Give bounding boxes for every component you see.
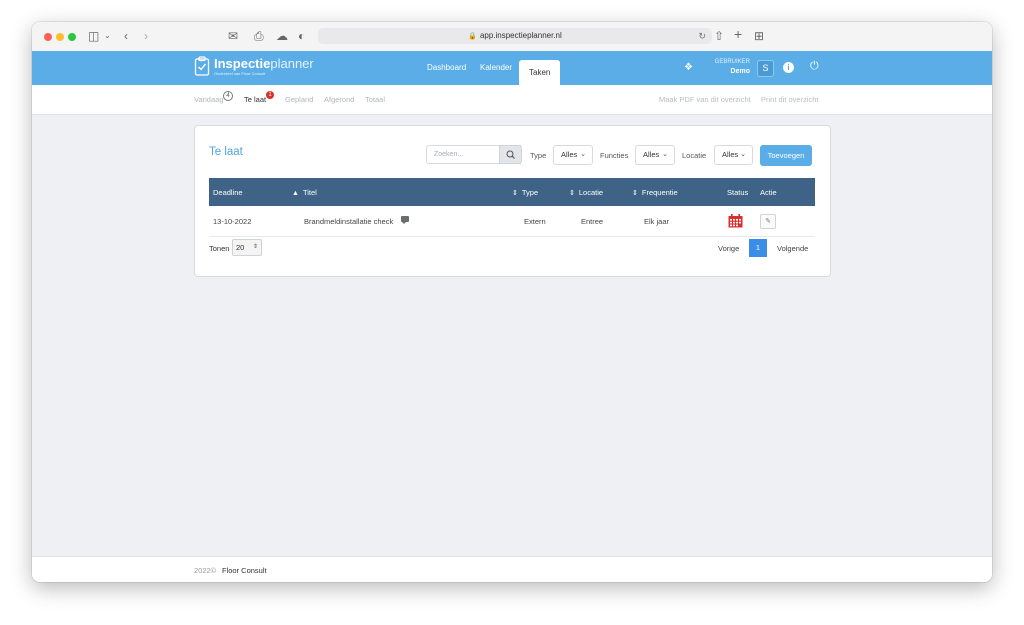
app-header: Inspectieplanner Onderdeel van Floor Con… — [32, 51, 992, 85]
col-titel-label: Titel — [302, 188, 317, 197]
col-deadline[interactable]: Deadline — [213, 188, 243, 197]
cell-titel[interactable]: Brandmeldinstallatie check — [304, 217, 393, 226]
apps-icon[interactable]: ❖ — [684, 62, 693, 73]
table-header: Deadline ▲ Titel ⇕ Type ⇕ Locatie ⇕ Frequent… — [209, 178, 815, 206]
edit-button[interactable]: ✎ — [760, 214, 776, 229]
col-frequentie-label: Frequentie — [641, 188, 678, 197]
cell-locatie: Entree — [581, 217, 604, 226]
nav-taken[interactable]: Taken — [519, 60, 561, 85]
comment-icon[interactable] — [401, 216, 409, 224]
col-type[interactable]: ⇕ Type — [512, 188, 538, 197]
sort-icon: ⇕ — [512, 190, 518, 197]
close-window-button[interactable] — [44, 33, 52, 41]
tab-overview-icon[interactable]: ⊞ — [754, 29, 764, 43]
sort-asc-icon: ▲ — [292, 190, 299, 197]
logo-tagline: Onderdeel van Floor Consult — [214, 71, 266, 76]
forward-icon[interactable]: › — [144, 29, 148, 43]
tab-vandaag[interactable]: Vandaag — [194, 95, 223, 104]
page-size-label: Tonen — [209, 244, 230, 253]
pdf-export-link[interactable]: Maak PDF van dit overzicht — [659, 95, 751, 104]
tab-gepland[interactable]: Gepland — [285, 95, 313, 104]
footer-company: Floor Consult — [222, 566, 267, 575]
footer-year: 2022© — [194, 566, 217, 575]
user-name: Demo — [730, 68, 750, 75]
compose-icon[interactable]: ✉ — [228, 29, 238, 43]
share-icon[interactable]: ⇧ — [714, 29, 724, 43]
tasks-panel: Te laat Zoeken... Type Alles ⌄ Functies … — [194, 125, 831, 277]
locatie-filter-value: Alles — [722, 150, 739, 159]
col-titel[interactable]: ▲ Titel — [292, 188, 317, 197]
count-badge-te-laat: 1 — [266, 91, 274, 99]
col-type-label: Type — [521, 188, 539, 197]
add-task-button[interactable]: Toevoegen — [760, 145, 812, 166]
chevron-down-icon: ⌄ — [740, 151, 746, 158]
col-actie: Actie — [760, 188, 777, 197]
page-size-value: 20 — [236, 243, 245, 252]
nav-kalender[interactable]: Kalender — [480, 61, 512, 75]
count-badge-vandaag: 4 — [223, 91, 233, 101]
page-footer: 2022© Floor Consult — [32, 556, 992, 582]
back-icon[interactable]: ‹ — [124, 29, 128, 43]
print-link[interactable]: Print dit overzicht — [761, 95, 819, 104]
address-bar[interactable]: 🔒 app.inspectieplanner.nl ↻ — [318, 28, 712, 44]
pencil-icon: ✎ — [765, 218, 771, 225]
chevron-down-icon: ⌄ — [662, 151, 668, 158]
new-tab-icon[interactable]: + — [734, 27, 742, 41]
browser-toolbar: ◫ ⌄ ‹ › ✉ ⎙ ☁ ◐ 🔒 app.inspectieplanner.nl… — [32, 22, 992, 52]
cell-frequentie: Elk jaar — [644, 217, 670, 226]
col-frequentie[interactable]: ⇕ Frequentie — [632, 188, 678, 197]
sidebar-toggle-icon[interactable]: ◫ — [88, 29, 99, 43]
power-icon[interactable]: ⏻ — [810, 60, 819, 73]
table-row[interactable]: 13-10-2022 Brandmeldinstallatie check Ex… — [209, 206, 815, 237]
sort-icon: ⇕ — [632, 190, 638, 197]
lock-icon: 🔒 — [468, 33, 477, 40]
type-filter-select[interactable]: Alles ⌄ — [553, 145, 593, 165]
clipboard-check-icon — [194, 56, 210, 76]
cell-deadline: 13-10-2022 — [213, 217, 252, 226]
col-locatie[interactable]: ⇕ Locatie — [569, 188, 603, 197]
page-title: Te laat — [209, 146, 243, 158]
locatie-filter-label: Locatie — [682, 151, 707, 160]
reload-icon[interactable]: ↻ — [698, 28, 706, 44]
functies-filter-value: Alles — [643, 150, 660, 159]
pagination-prev[interactable]: Vorige — [718, 244, 739, 253]
functies-filter-label: Functies — [600, 151, 629, 160]
nav-dashboard[interactable]: Dashboard — [427, 61, 466, 75]
col-status: Status — [727, 188, 749, 197]
calendar-icon — [728, 214, 743, 228]
print-icon[interactable]: ⎙ — [254, 29, 264, 43]
task-subnav: Vandaag 4 Te laat 1 Gepland Afgerond Tot… — [32, 85, 992, 115]
pagination-next[interactable]: Volgende — [777, 244, 808, 253]
page-size-select[interactable]: 20 ⇕ — [232, 239, 262, 256]
cloud-icon[interactable]: ☁ — [276, 29, 288, 43]
browser-window: ◫ ⌄ ‹ › ✉ ⎙ ☁ ◐ 🔒 app.inspectieplanner.nl… — [32, 22, 992, 582]
type-filter-label: Type — [530, 151, 547, 160]
avatar[interactable]: S — [757, 60, 774, 77]
cell-type: Extern — [524, 217, 546, 226]
col-locatie-label: Locatie — [578, 188, 604, 197]
chevron-down-icon[interactable]: ⌄ — [104, 29, 111, 43]
app-logo[interactable]: Inspectieplanner — [214, 57, 314, 71]
updown-icon: ⇕ — [252, 244, 258, 250]
locatie-filter-select[interactable]: Alles ⌄ — [714, 145, 753, 165]
sort-icon: ⇕ — [569, 190, 575, 197]
pagination-page-1[interactable]: 1 — [749, 239, 767, 257]
tab-te-laat[interactable]: Te laat — [244, 95, 266, 104]
search-button[interactable] — [499, 145, 522, 164]
minimize-window-button[interactable] — [56, 33, 64, 41]
chevron-down-icon: ⌄ — [580, 151, 586, 158]
privacy-icon[interactable]: ◐ — [298, 29, 305, 43]
url-text: app.inspectieplanner.nl — [479, 31, 562, 40]
zoom-window-button[interactable] — [68, 33, 76, 41]
search-icon — [506, 150, 515, 159]
user-role: GEBRUIKER — [714, 59, 750, 65]
tab-totaal[interactable]: Totaal — [365, 95, 385, 104]
info-icon[interactable]: i — [783, 62, 794, 73]
type-filter-value: Alles — [561, 150, 578, 159]
functies-filter-select[interactable]: Alles ⌄ — [635, 145, 675, 165]
tab-afgerond[interactable]: Afgerond — [324, 95, 354, 104]
